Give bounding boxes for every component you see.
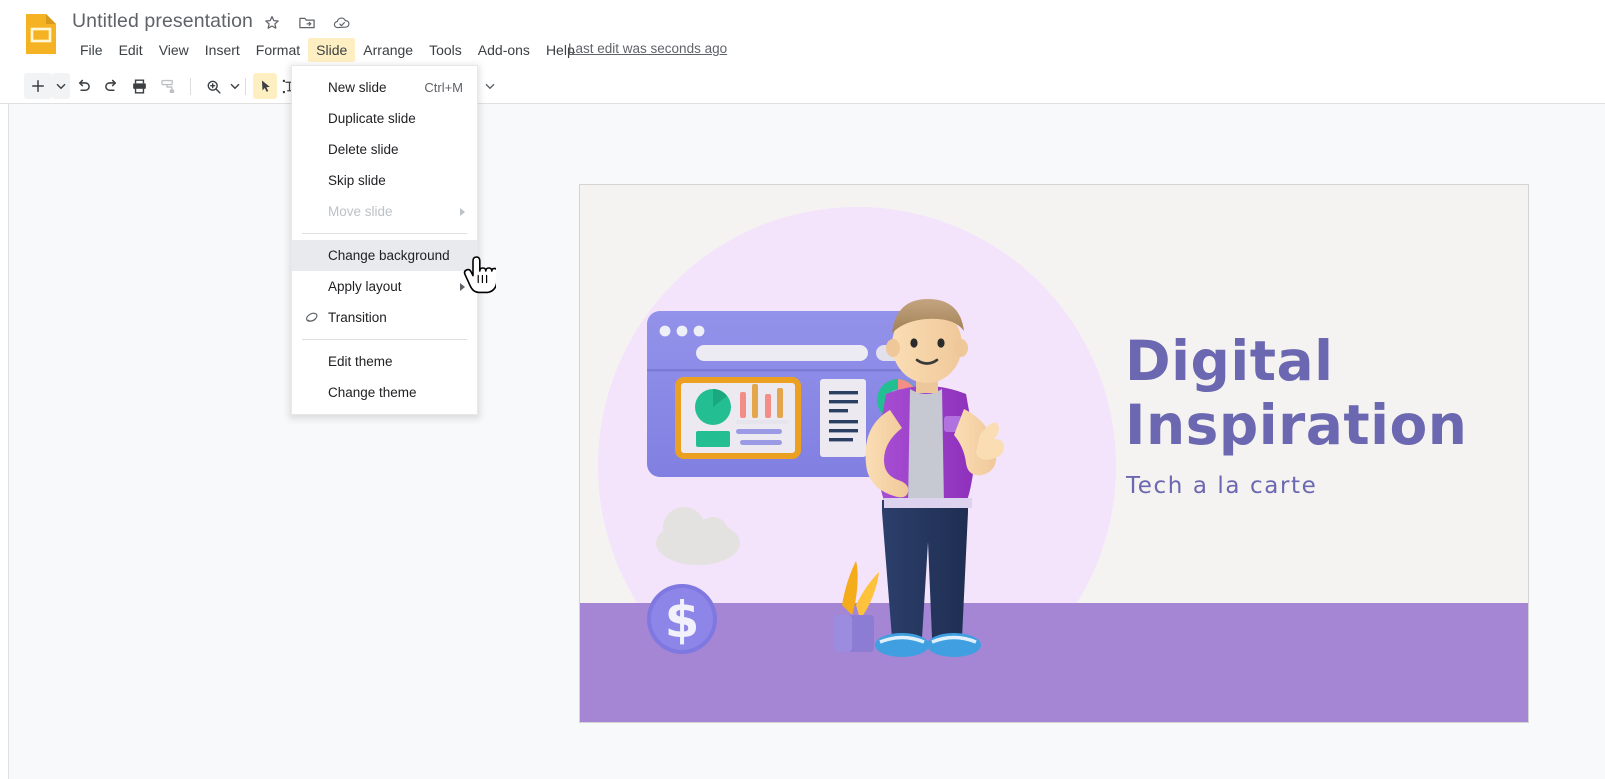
menu-apply-layout[interactable]: Apply layout: [292, 271, 477, 302]
menu-apply-layout-label: Apply layout: [328, 279, 402, 294]
menu-change-theme-label: Change theme: [328, 385, 417, 400]
menu-separator-1: [302, 233, 467, 234]
slide-subtitle[interactable]: Tech a la carte: [1126, 473, 1317, 499]
toolbar-separator: [190, 78, 191, 95]
select-tool-button[interactable]: [253, 73, 277, 99]
menu-change-background-label: Change background: [328, 248, 450, 263]
menu-tools[interactable]: Tools: [421, 38, 470, 62]
star-icon[interactable]: [262, 13, 282, 33]
menu-delete-slide-label: Delete slide: [328, 142, 399, 157]
menu-duplicate-slide-label: Duplicate slide: [328, 111, 416, 126]
toolbar-separator-2: [245, 78, 246, 95]
menu-edit-theme[interactable]: Edit theme: [292, 346, 477, 377]
transition-icon: [302, 309, 320, 327]
new-slide-dropdown[interactable]: [52, 73, 70, 99]
print-button[interactable]: [126, 73, 152, 99]
svg-text:$: $: [665, 591, 700, 649]
menu-slide[interactable]: Slide: [308, 38, 356, 62]
menu-skip-slide-label: Skip slide: [328, 173, 386, 188]
redo-button[interactable]: [98, 73, 124, 99]
slide-editing-area[interactable]: $ Digital Inspiration Tech a la carte: [579, 184, 1529, 723]
submenu-arrow-icon: [460, 282, 465, 291]
submenu-arrow-icon: [460, 207, 465, 216]
move-to-folder-icon[interactable]: [297, 13, 317, 33]
menu-bar: File Edit View Insert Format Slide Arran…: [72, 38, 583, 62]
slides-logo-icon: [20, 12, 62, 56]
menu-transition-label: Transition: [328, 310, 387, 325]
slide-filmstrip-panel[interactable]: [0, 104, 9, 779]
illustration-dollar-coin: $: [647, 584, 717, 654]
undo-button[interactable]: [70, 73, 96, 99]
slide-title-line1: Digital: [1125, 329, 1334, 393]
zoom-dropdown[interactable]: [226, 73, 244, 99]
paint-format-button[interactable]: [154, 73, 180, 99]
menu-format[interactable]: Format: [248, 38, 308, 62]
last-edit-status[interactable]: Last edit was seconds ago: [568, 41, 727, 56]
title-bar: Untitled presentation File Edit View Ins…: [0, 0, 1605, 68]
new-slide-button[interactable]: [24, 73, 52, 99]
google-slides-window: Untitled presentation File Edit View Ins…: [0, 0, 1605, 779]
menu-delete-slide[interactable]: Delete slide: [292, 134, 477, 165]
illustration-cloud: [656, 507, 740, 565]
menu-skip-slide[interactable]: Skip slide: [292, 165, 477, 196]
slide-title-line2: Inspiration: [1125, 393, 1468, 457]
toolbar: [0, 68, 1605, 104]
menu-separator-2: [302, 339, 467, 340]
editor-body: $ Digital Inspiration Tech a la carte: [0, 104, 1605, 779]
menu-move-slide-label: Move slide: [328, 204, 393, 219]
menu-edit-theme-label: Edit theme: [328, 354, 393, 369]
menu-file[interactable]: File: [72, 38, 111, 62]
menu-new-slide[interactable]: New slide Ctrl+M: [292, 72, 477, 103]
slide-title[interactable]: Digital Inspiration: [1125, 329, 1515, 457]
menu-arrange[interactable]: Arrange: [355, 38, 421, 62]
document-title[interactable]: Untitled presentation: [72, 10, 253, 33]
cloud-saved-icon[interactable]: [332, 13, 352, 33]
menu-new-slide-shortcut: Ctrl+M: [424, 80, 463, 95]
menu-view[interactable]: View: [151, 38, 197, 62]
slide-canvas[interactable]: $ Digital Inspiration Tech a la carte: [9, 104, 1605, 779]
menu-change-theme[interactable]: Change theme: [292, 377, 477, 408]
illustration-plant: [834, 561, 879, 652]
menu-addons[interactable]: Add-ons: [470, 38, 538, 62]
menu-change-background[interactable]: Change background: [292, 240, 477, 271]
menu-move-slide: Move slide: [292, 196, 477, 227]
slide-menu-dropdown: New slide Ctrl+M Duplicate slide Delete …: [291, 65, 478, 415]
menu-duplicate-slide[interactable]: Duplicate slide: [292, 103, 477, 134]
menu-edit[interactable]: Edit: [111, 38, 151, 62]
more-options-dropdown[interactable]: [481, 73, 499, 99]
menu-new-slide-label: New slide: [328, 80, 387, 95]
menu-transition[interactable]: Transition: [292, 302, 477, 333]
menu-insert[interactable]: Insert: [197, 38, 248, 62]
zoom-button[interactable]: [200, 73, 226, 99]
title-action-icons: [262, 13, 352, 33]
